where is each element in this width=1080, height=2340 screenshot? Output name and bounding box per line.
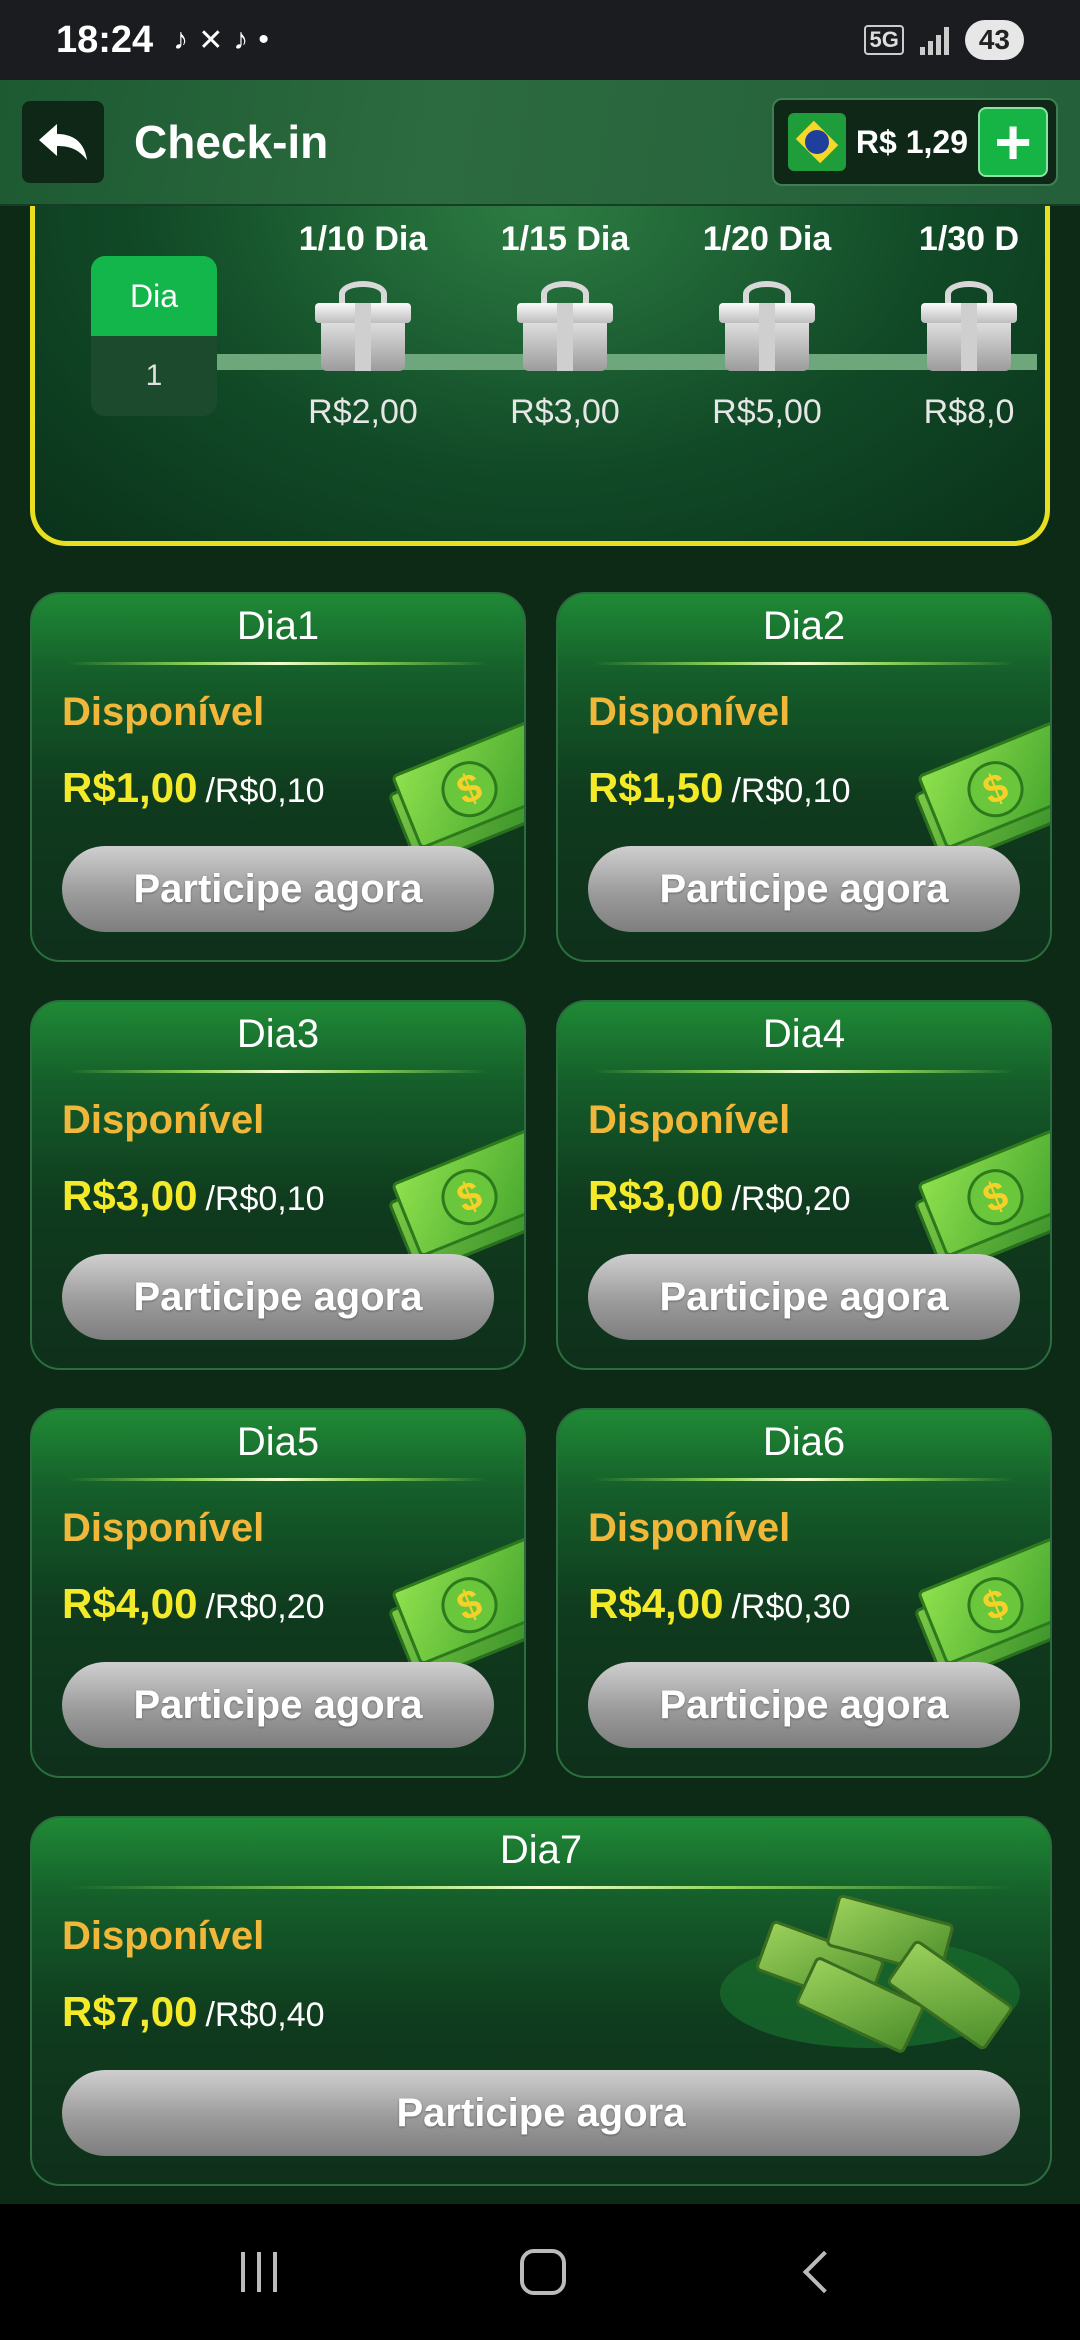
checkin-card-day2: Dia2 Disponível R$1,50/R$0,10 $ Particip…	[556, 592, 1052, 962]
card-divider	[594, 1070, 1014, 1073]
back-arrow-icon	[39, 124, 87, 160]
card-reward: R$7,00/R$0,40	[62, 1988, 325, 2036]
signal-icon	[919, 25, 949, 55]
card-status: Disponível	[62, 1506, 265, 1550]
brazil-flag-icon	[787, 113, 846, 171]
recent-apps-button[interactable]	[241, 2252, 278, 2292]
battery-indicator: 43	[964, 20, 1024, 60]
milestone[interactable]: 1/10 Dia R$2,00	[263, 206, 463, 432]
card-reward: R$1,00/R$0,10	[62, 764, 325, 812]
milestone-title: 1/30 D	[918, 220, 1020, 258]
card-day-title: Dia6	[762, 1420, 846, 1464]
join-button[interactable]: Participe agora	[62, 1662, 494, 1748]
day-label: Dia	[91, 256, 217, 336]
milestone[interactable]: 1/30 D R$8,0	[869, 206, 1045, 432]
card-day-title: Dia5	[236, 1420, 320, 1464]
card-divider	[68, 1478, 488, 1481]
card-status: Disponível	[588, 1098, 791, 1142]
reward-cost: /R$0,20	[731, 1180, 851, 1218]
reward-cost: /R$0,30	[731, 1588, 851, 1626]
checkin-card-day1: Dia1 Disponível R$1,00/R$0,10 $ Particip…	[30, 592, 526, 962]
card-day-title: Dia7	[499, 1828, 583, 1872]
card-day-title: Dia4	[762, 1012, 846, 1056]
checkin-progress-panel: Dia 1 1/10 Dia R$2,00 1/15 Dia R$3,00 1/…	[30, 206, 1050, 546]
x-icon: ✕	[198, 23, 224, 57]
checkin-card-day3: Dia3 Disponível R$3,00/R$0,10 $ Particip…	[30, 1000, 526, 1370]
reward-cost: /R$0,40	[205, 1996, 325, 2034]
deposit-plus-button[interactable]: +	[978, 107, 1048, 177]
status-time: 18:24	[56, 18, 154, 61]
current-day-box: Dia 1	[91, 256, 217, 416]
notification-icons: ♪ ✕ ♪ •	[173, 23, 269, 58]
card-reward: R$4,00/R$0,30	[588, 1580, 851, 1628]
reward-value: R$1,50	[588, 764, 724, 811]
dot-icon: •	[258, 23, 269, 56]
day-count: 1	[145, 359, 163, 392]
join-button[interactable]: Participe agora	[62, 846, 494, 932]
card-day-title: Dia3	[236, 1012, 320, 1056]
system-nav-bar	[0, 2204, 1080, 2340]
card-status: Disponível	[62, 1914, 265, 1958]
tiktok-icon-2: ♪	[233, 23, 249, 56]
reward-cost: /R$0,20	[205, 1588, 325, 1626]
gift-box-icon	[315, 281, 411, 371]
card-status: Disponível	[62, 690, 265, 734]
reward-value: R$1,00	[62, 764, 198, 811]
card-status: Disponível	[588, 690, 791, 734]
milestone-value: R$2,00	[308, 393, 418, 431]
reward-value: R$3,00	[588, 1172, 724, 1219]
card-reward: R$3,00/R$0,20	[588, 1172, 851, 1220]
page-title: Check-in	[134, 116, 329, 168]
app-header: Check-in R$ 1,29 +	[0, 80, 1080, 206]
milestone-title: 1/15 Dia	[500, 220, 630, 258]
card-status: Disponível	[588, 1506, 791, 1550]
checkin-card-day5: Dia5 Disponível R$4,00/R$0,20 $ Particip…	[30, 1408, 526, 1778]
card-reward: R$4,00/R$0,20	[62, 1580, 325, 1628]
card-reward: R$1,50/R$0,10	[588, 764, 851, 812]
reward-value: R$7,00	[62, 1988, 198, 2035]
join-button[interactable]: Participe agora	[62, 1254, 494, 1340]
milestone-title: 1/20 Dia	[702, 220, 832, 258]
balance-widget: R$ 1,29 +	[771, 98, 1058, 186]
gift-box-icon	[517, 281, 613, 371]
status-bar: 18:24 ♪ ✕ ♪ • 5G 43	[0, 0, 1080, 80]
cash-stack-icon	[720, 1878, 1020, 2078]
tiktok-icon: ♪	[173, 23, 189, 56]
milestone-value: R$8,0	[923, 393, 1015, 431]
reward-cost: /R$0,10	[205, 1180, 325, 1218]
network-indicator: 5G	[864, 25, 904, 55]
card-day-title: Dia1	[236, 604, 320, 648]
card-reward: R$3,00/R$0,10	[62, 1172, 325, 1220]
balance-amount: R$ 1,29	[855, 123, 968, 160]
card-divider	[68, 662, 488, 665]
checkin-card-day4: Dia4 Disponível R$3,00/R$0,20 $ Particip…	[556, 1000, 1052, 1370]
card-divider	[594, 1478, 1014, 1481]
gift-box-icon	[921, 281, 1017, 371]
join-button[interactable]: Participe agora	[588, 846, 1020, 932]
system-back-button[interactable]	[802, 2250, 845, 2294]
reward-value: R$4,00	[62, 1580, 198, 1627]
card-divider	[68, 1070, 488, 1073]
milestone-value: R$5,00	[712, 393, 822, 431]
milestone[interactable]: 1/20 Dia R$5,00	[667, 206, 867, 432]
milestone-title: 1/10 Dia	[298, 220, 428, 258]
gift-box-icon	[719, 281, 815, 371]
milestone-value: R$3,00	[510, 393, 620, 431]
back-button[interactable]	[22, 101, 104, 183]
card-divider	[594, 662, 1014, 665]
reward-value: R$3,00	[62, 1172, 198, 1219]
join-button[interactable]: Participe agora	[62, 2070, 1020, 2156]
join-button[interactable]: Participe agora	[588, 1254, 1020, 1340]
card-day-title: Dia2	[762, 604, 846, 648]
card-status: Disponível	[62, 1098, 265, 1142]
reward-value: R$4,00	[588, 1580, 724, 1627]
reward-cost: /R$0,10	[205, 772, 325, 810]
checkin-card-day6: Dia6 Disponível R$4,00/R$0,30 $ Particip…	[556, 1408, 1052, 1778]
checkin-card-day7: Dia7 Disponível R$7,00/R$0,40 Participe …	[30, 1816, 1052, 2186]
home-button[interactable]	[519, 2249, 566, 2295]
join-button[interactable]: Participe agora	[588, 1662, 1020, 1748]
milestone[interactable]: 1/15 Dia R$3,00	[465, 206, 665, 432]
reward-cost: /R$0,10	[731, 772, 851, 810]
